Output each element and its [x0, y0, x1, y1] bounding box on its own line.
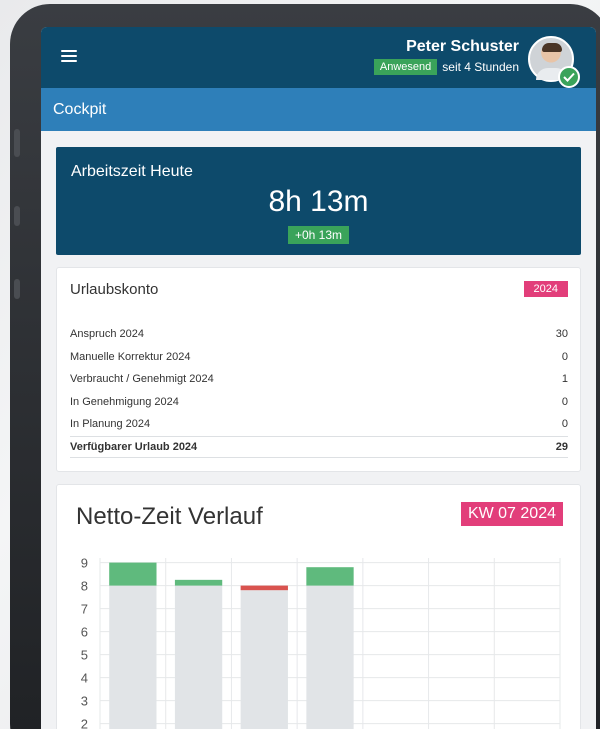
vacation-row-label: In Planung 2024 — [70, 418, 151, 431]
vacation-row: In Planung 2024 0 — [70, 413, 568, 436]
bar-undertime — [240, 585, 288, 591]
vacation-row-label: Verbraucht / Genehmigt 2024 — [70, 373, 214, 386]
vacation-row: Manuelle Korrektur 2024 0 — [70, 346, 568, 369]
avatar-hair — [542, 43, 562, 52]
y-tick-label: 7 — [81, 602, 88, 617]
y-tick-label: 6 — [81, 625, 88, 640]
main-content: Arbeitszeit Heute 8h 13m +0h 13m Urlaubs… — [41, 131, 596, 729]
user-name[interactable]: Peter Schuster — [406, 38, 519, 56]
side-button — [14, 206, 20, 226]
side-button — [14, 279, 20, 299]
top-header: Peter Schuster Anwesend seit 4 Stunden — [41, 27, 596, 88]
y-tick-label: 2 — [81, 717, 88, 729]
bar-base — [174, 585, 223, 729]
status-badge: Anwesend — [373, 59, 438, 75]
vacation-card: Urlaubskonto 2024 Anspruch 2024 30 Manue… — [56, 267, 581, 472]
work-time-value: 8h 13m — [268, 185, 369, 218]
bar-base — [109, 585, 157, 729]
y-tick-label: 4 — [81, 671, 88, 686]
work-time-card[interactable]: Arbeitszeit Heute 8h 13m +0h 13m — [56, 147, 581, 255]
check-icon — [558, 66, 580, 88]
vacation-row: Verbraucht / Genehmigt 2024 1 — [70, 368, 568, 391]
vacation-total-value: 29 — [555, 440, 568, 453]
hamburger-icon[interactable] — [61, 50, 77, 62]
year-badge[interactable]: 2024 — [523, 281, 568, 297]
y-tick-label: 5 — [81, 648, 88, 663]
bar-overtime — [109, 562, 157, 586]
status-since: seit 4 Stunden — [442, 60, 519, 74]
volume-button — [14, 129, 20, 157]
vacation-total-label: Verfügbarer Urlaub 2024 — [70, 440, 198, 453]
bar-overtime — [174, 579, 223, 586]
y-tick-label: 3 — [81, 694, 88, 709]
bar-base — [306, 585, 354, 729]
vacation-row-label: Manuelle Korrektur 2024 — [70, 350, 191, 363]
vacation-title: Urlaubskonto — [70, 281, 159, 298]
vacation-row-value: 30 — [555, 328, 568, 341]
vacation-row: In Genehmigung 2024 0 — [70, 391, 568, 414]
page-title: Cockpit — [53, 101, 107, 118]
y-tick-label: 8 — [81, 579, 88, 594]
vacation-row-value: 0 — [561, 418, 568, 431]
net-time-title: Netto-Zeit Verlauf — [76, 503, 263, 530]
vacation-row-value: 0 — [561, 395, 568, 408]
vacation-list: Anspruch 2024 30 Manuelle Korrektur 2024… — [70, 323, 568, 458]
vacation-row-label: In Genehmigung 2024 — [70, 395, 179, 408]
week-badge[interactable]: KW 07 2024 — [460, 502, 563, 526]
work-time-title: Arbeitszeit Heute — [71, 163, 193, 180]
net-time-card: Netto-Zeit Verlauf KW 07 2024 9 8 7 6 5 4 3 2 — [56, 484, 581, 729]
presence-status: Anwesend seit 4 Stunden — [373, 59, 519, 75]
vacation-total-row: Verfügbarer Urlaub 2024 29 — [70, 435, 568, 458]
work-time-delta-badge: +0h 13m — [287, 226, 350, 244]
vacation-row-label: Anspruch 2024 — [70, 328, 144, 341]
y-tick-label: 9 — [81, 556, 88, 571]
avatar[interactable] — [528, 36, 580, 88]
tablet-frame: Peter Schuster Anwesend seit 4 Stunden C… — [10, 4, 600, 729]
bar-base — [240, 590, 288, 729]
vacation-row-value: 1 — [561, 373, 568, 386]
app-screen: Peter Schuster Anwesend seit 4 Stunden C… — [41, 27, 596, 729]
vacation-row: Anspruch 2024 30 — [70, 323, 568, 346]
vacation-row-value: 0 — [561, 350, 568, 363]
net-time-chart: 9 8 7 6 5 4 3 2 — [81, 556, 561, 729]
page-title-bar: Cockpit — [41, 88, 596, 131]
bar-overtime — [306, 567, 354, 586]
